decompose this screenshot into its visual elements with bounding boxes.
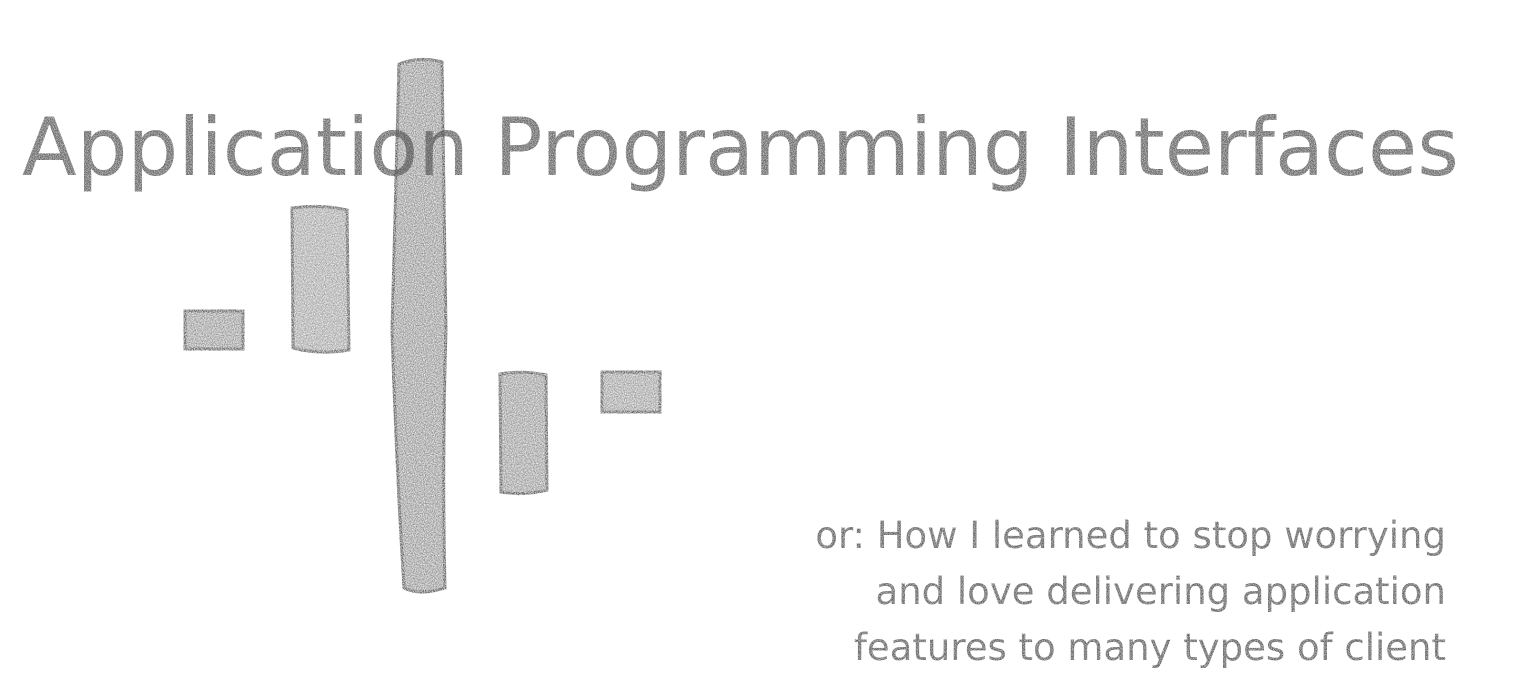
subtitle-line-3: features to many types of client [853, 626, 1446, 669]
title-slide: Application Programming Interfaces or: H… [0, 0, 1536, 700]
small-block-left [183, 309, 245, 351]
slide-title-text: Application Programming Interfaces [22, 101, 1459, 194]
slide-subtitle: or: How I learned to stop worrying and l… [726, 508, 1446, 676]
small-block-right [600, 370, 662, 414]
subtitle-line-1: or: How I learned to stop worrying [815, 514, 1446, 557]
slide-title: Application Programming Interfaces [22, 98, 1522, 198]
tall-block-left [290, 204, 351, 354]
subtitle-line-2: and love delivering application [875, 570, 1446, 613]
tall-block-right [498, 370, 549, 496]
